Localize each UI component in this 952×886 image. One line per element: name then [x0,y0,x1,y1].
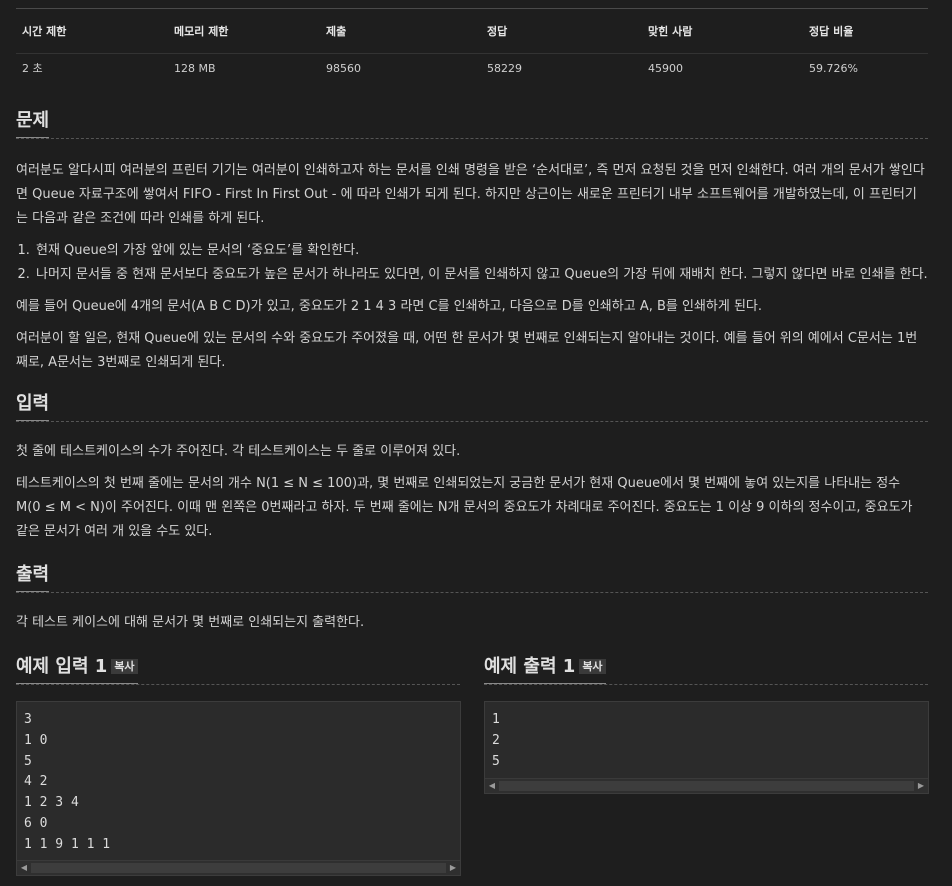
stats-value-row: 2 초 128 MB 98560 58229 45900 59.726% [16,54,928,83]
problem-page: 시간 제한 메모리 제한 제출 정답 맞힌 사람 정답 비율 2 초 128 M… [16,0,928,82]
sample-input-header: 예제 입력 1 복사 [16,652,460,685]
problem-description-3: 여러분이 할 일은, 현재 Queue에 있는 문서의 수와 중요도가 주어졌을… [16,331,918,370]
sample-input-title: 예제 입력 1 [16,656,108,677]
scroll-right-arrow-icon[interactable]: ▶ [446,861,460,875]
sample-input-copy-button[interactable]: 복사 [111,659,138,674]
stats-table: 시간 제한 메모리 제한 제출 정답 맞힌 사람 정답 비율 2 초 128 M… [16,9,928,82]
sample-input-scrollbar[interactable]: ◀ ▶ [17,860,460,875]
stats-header-time-limit: 시간 제한 [16,9,168,54]
sample-input-box[interactable]: 3 1 0 5 4 2 1 2 3 4 6 0 1 1 9 1 1 1 ◀ ▶ [16,701,461,876]
stats-header-ratio: 정답 비율 [803,9,928,54]
sample-output-header: 예제 출력 1 복사 [484,652,928,685]
output-description: 각 테스트 케이스에 대해 문서가 몇 번째로 인쇄되는지 출력한다. [16,615,365,630]
problem-rule-item: 현재 Queue의 가장 앞에 있는 문서의 ‘중요도’를 확인한다. [34,239,928,263]
problem-rule-item: 나머지 문서들 중 현재 문서보다 중요도가 높은 문서가 하나라도 있다면, … [34,263,928,287]
input-section: 입력 첫 줄에 테스트케이스의 수가 주어진다. 각 테스트케이스는 두 줄로 … [16,389,928,544]
stats-ratio: 59.726% [809,61,858,75]
stats-accepted: 58229 [487,61,522,75]
scroll-left-arrow-icon[interactable]: ◀ [485,779,499,793]
stats-header-memory-limit: 메모리 제한 [168,9,320,54]
output-title: 출력 [16,560,50,592]
sample-output-content[interactable]: 1 2 5 [485,702,928,772]
input-description-2: 테스트케이스의 첫 번째 줄에는 문서의 개수 N(1 ≤ N ≤ 100)과,… [16,476,913,539]
input-description-1: 첫 줄에 테스트케이스의 수가 주어진다. 각 테스트케이스는 두 줄로 이루어… [16,444,461,459]
stats-memory-limit: 128 MB [174,61,216,75]
stats-submissions: 98560 [326,61,361,75]
problem-section-header: 문제 [16,106,928,139]
output-section: 출력 각 테스트 케이스에 대해 문서가 몇 번째로 인쇄되는지 출력한다. [16,560,928,635]
sample-output-title: 예제 출력 1 [484,656,576,677]
input-title: 입력 [16,389,50,421]
scroll-right-arrow-icon[interactable]: ▶ [914,779,928,793]
stats-header-solvers: 맞힌 사람 [642,9,803,54]
stats-header-accepted: 정답 [481,9,642,54]
sample-input-title-wrap: 예제 입력 1 복사 [16,652,138,684]
problem-description-1: 여러분도 알다시피 여러분의 프린터 기기는 여러분이 인쇄하고자 하는 문서를… [16,163,925,226]
problem-section: 문제 여러분도 알다시피 여러분의 프린터 기기는 여러분이 인쇄하고자 하는 … [16,106,928,375]
sample-output-scrollbar[interactable]: ◀ ▶ [485,778,928,793]
sample-input-header-rule: 예제 입력 1 복사 [16,652,460,685]
sample-output-title-wrap: 예제 출력 1 복사 [484,652,606,684]
stats-header-row: 시간 제한 메모리 제한 제출 정답 맞힌 사람 정답 비율 [16,9,928,54]
stats-solvers: 45900 [648,61,683,75]
input-section-header: 입력 [16,389,928,422]
problem-rules-list: 현재 Queue의 가장 앞에 있는 문서의 ‘중요도’를 확인한다. 나머지 … [16,239,928,287]
problem-title: 문제 [16,106,50,138]
output-section-header: 출력 [16,560,928,593]
scrollbar-thumb[interactable] [499,781,914,791]
scrollbar-thumb[interactable] [31,863,446,873]
sample-output-header-rule: 예제 출력 1 복사 [484,652,928,685]
problem-description-2: 예를 들어 Queue에 4개의 문서(A B C D)가 있고, 중요도가 2… [16,299,763,314]
stats-header-submissions: 제출 [320,9,481,54]
sample-output-copy-button[interactable]: 복사 [579,659,606,674]
sample-input-content[interactable]: 3 1 0 5 4 2 1 2 3 4 6 0 1 1 9 1 1 1 [17,702,460,856]
scroll-left-arrow-icon[interactable]: ◀ [17,861,31,875]
stats-time-limit: 2 초 [22,62,43,75]
sample-output-box[interactable]: 1 2 5 ◀ ▶ [484,701,929,794]
